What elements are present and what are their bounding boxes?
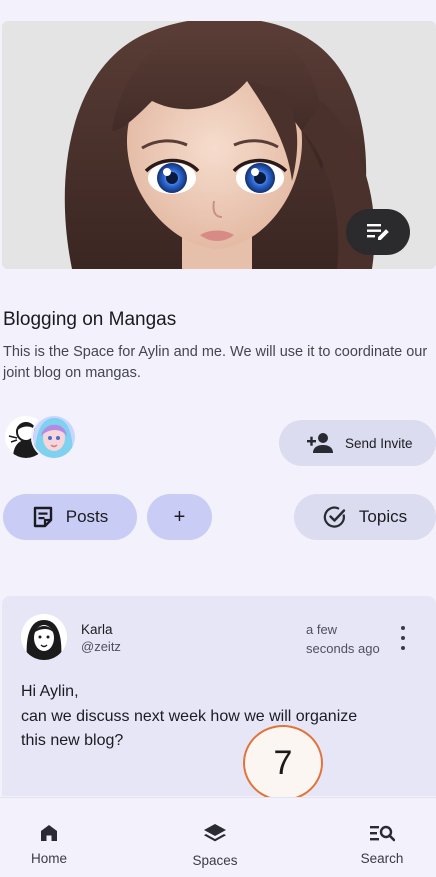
edit-cover-button[interactable]: [346, 209, 410, 255]
step-number: 7: [273, 743, 293, 782]
post-body-line: can we discuss next week how we will org…: [21, 707, 358, 725]
avatar[interactable]: [31, 414, 77, 460]
nav-search-label: Search: [360, 851, 404, 866]
posts-button[interactable]: Posts: [3, 494, 137, 540]
home-icon: [41, 825, 57, 841]
add-post-button[interactable]: +: [147, 494, 212, 540]
add-label: +: [173, 505, 186, 528]
nav-home[interactable]: Home: [0, 798, 104, 877]
post-card[interactable]: Karla @zeitz a few seconds ago Hi Aylin,…: [2, 596, 436, 796]
member-avatars[interactable]: [3, 414, 83, 462]
posts-label: Posts: [65, 507, 109, 526]
space-title: Blogging on Mangas: [3, 309, 177, 330]
send-invite-button[interactable]: Send Invite: [279, 420, 436, 466]
more-vert-icon[interactable]: [396, 626, 410, 650]
post-author-handle: @zeitz: [81, 639, 121, 654]
topics-label: Topics: [358, 507, 408, 526]
nav-home-label: Home: [30, 851, 67, 866]
layers-icon: [204, 824, 226, 842]
person-add-icon: [307, 433, 333, 453]
step-number-badge: 7: [243, 725, 323, 801]
post-author-name[interactable]: Karla: [81, 622, 113, 637]
edit-note-icon: [367, 224, 389, 240]
post-time-line: seconds ago: [306, 641, 380, 656]
post-body-line: this new blog?: [21, 732, 124, 749]
nav-spaces[interactable]: Spaces: [160, 798, 270, 877]
nav-search[interactable]: Search: [327, 798, 436, 877]
check-circle-icon: [323, 506, 346, 528]
posts-icon: [33, 506, 52, 528]
topics-button[interactable]: Topics: [294, 494, 436, 540]
post-time-line: a few: [306, 622, 338, 637]
post-timestamp: a few seconds ago: [306, 620, 390, 658]
post-body-line: Hi Aylin,: [21, 683, 79, 700]
bottom-navigation: Home Spaces Search: [0, 797, 436, 877]
send-invite-label: Send Invite: [345, 435, 413, 451]
search-list-icon: [370, 825, 395, 842]
post-body: Hi Aylin, can we discuss next week how w…: [21, 680, 421, 754]
nav-spaces-label: Spaces: [192, 853, 238, 868]
author-avatar[interactable]: [21, 614, 67, 660]
space-description: This is the Space for Aylin and me. We w…: [3, 344, 428, 381]
